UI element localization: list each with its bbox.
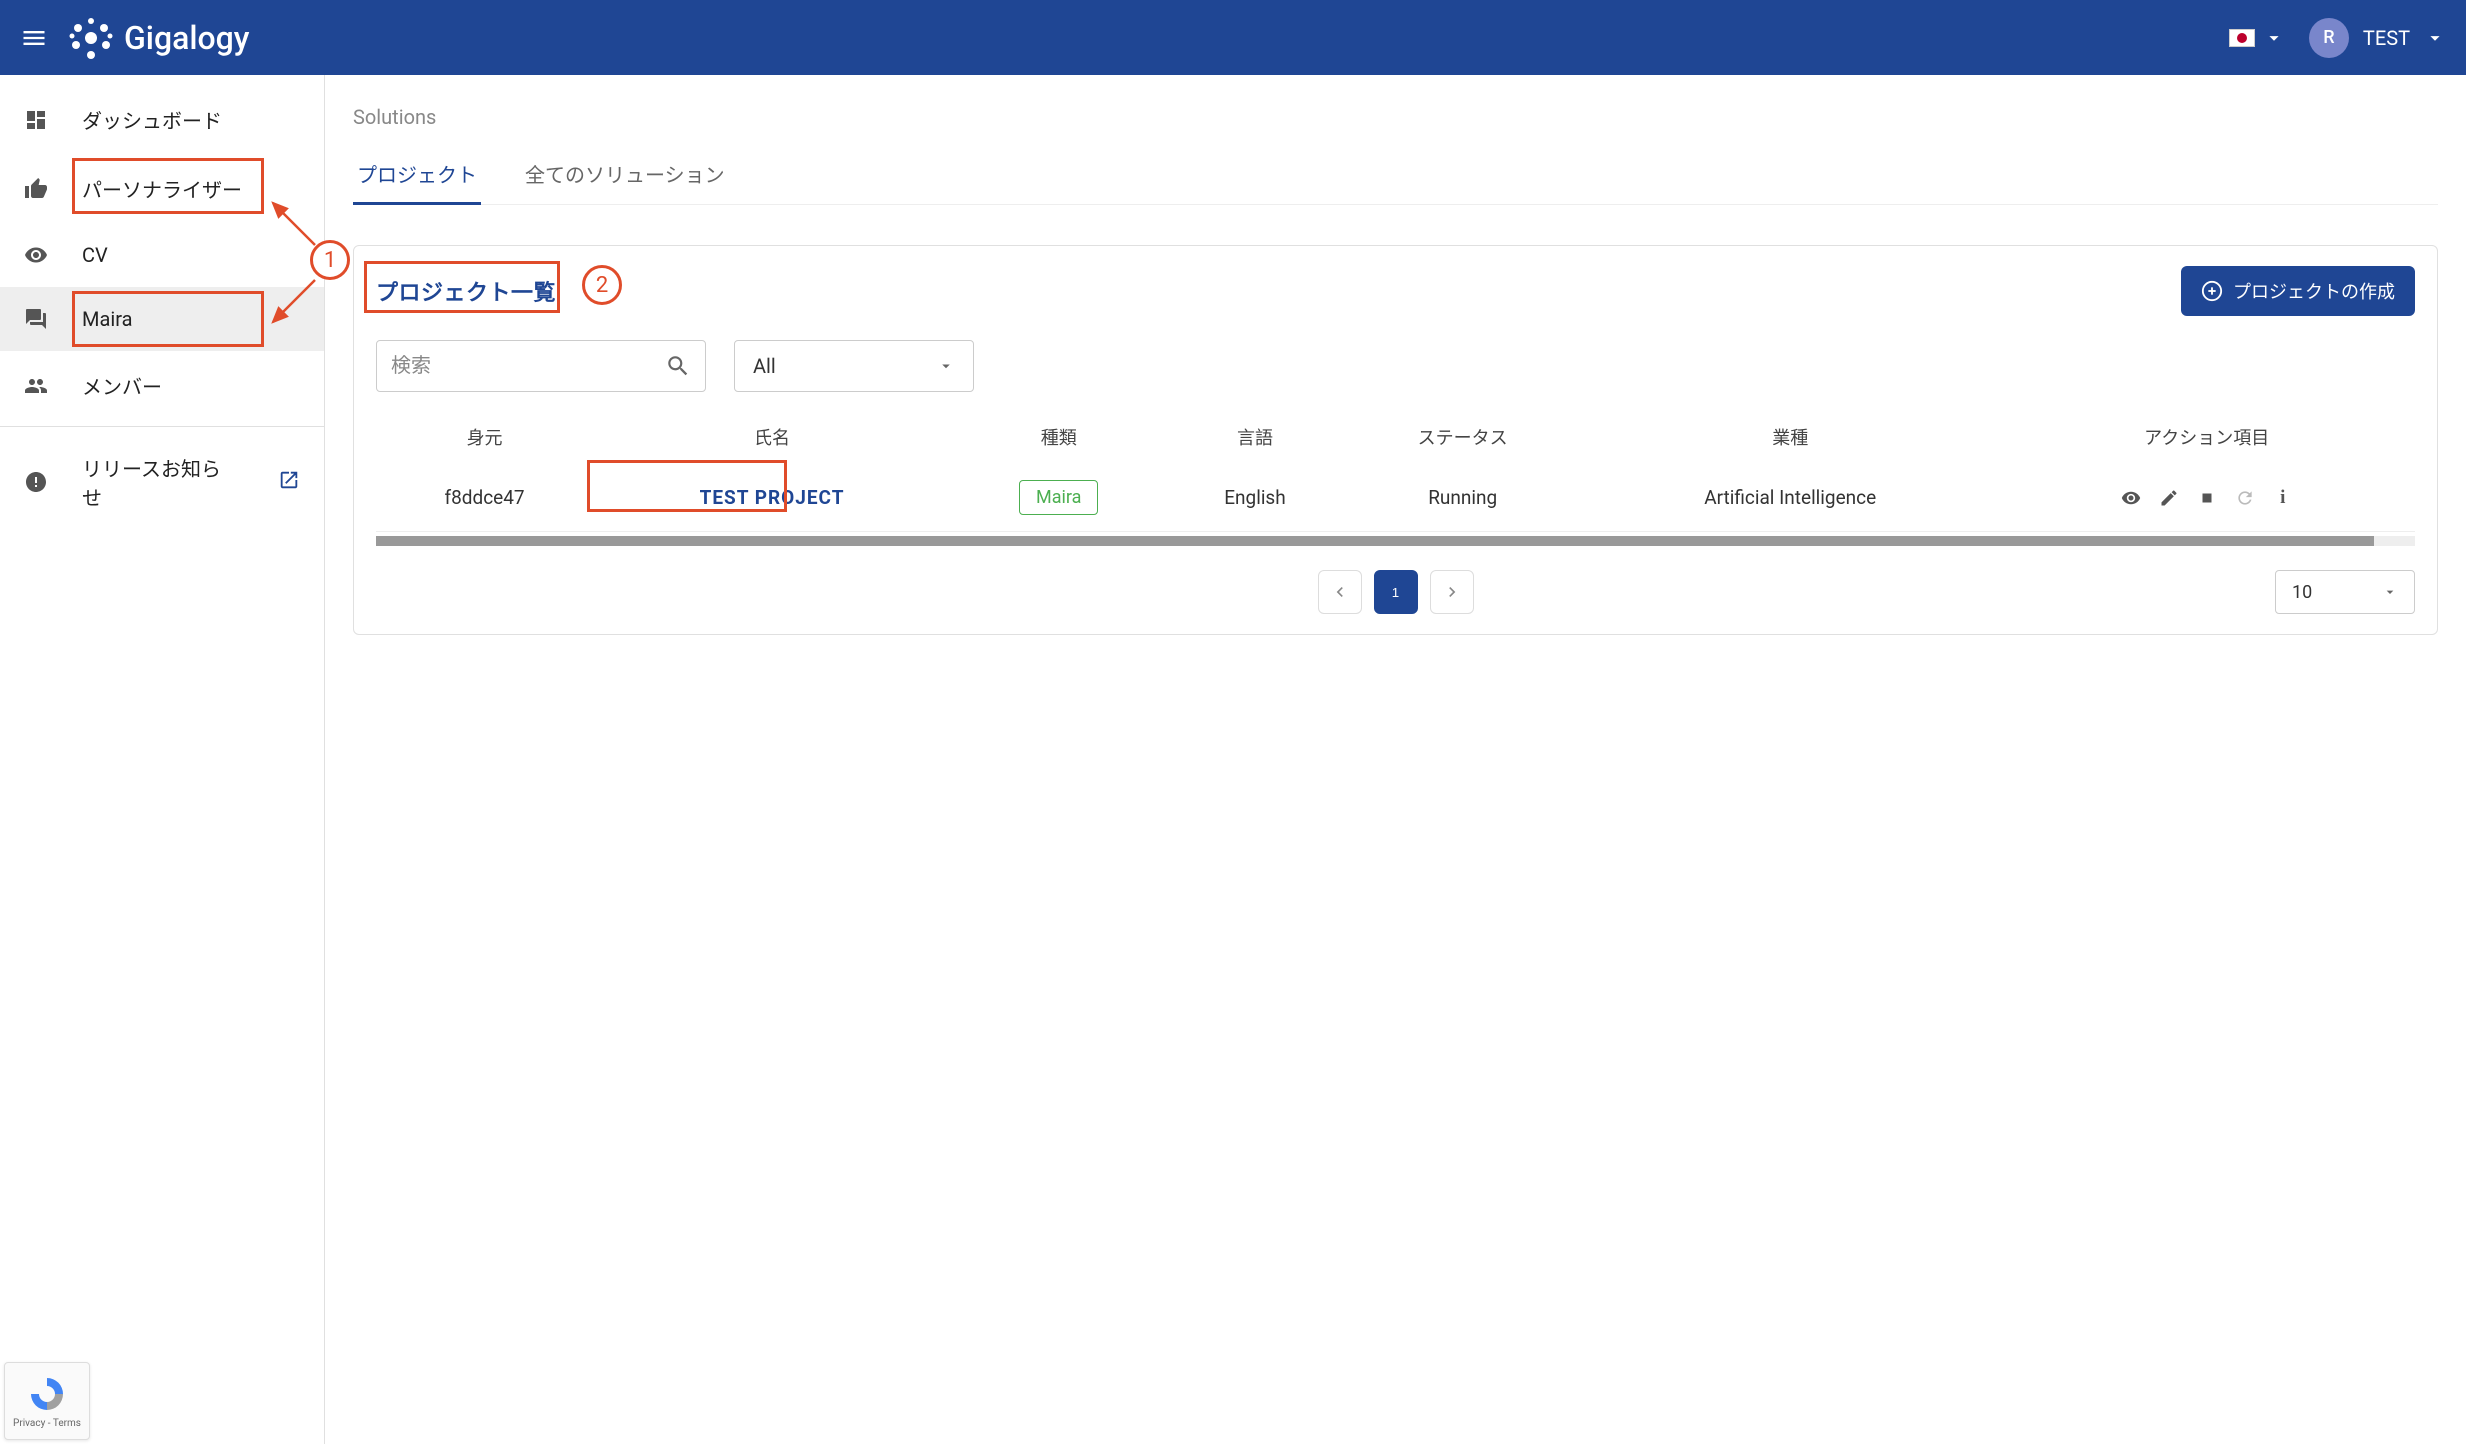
th-industry: 業種	[1582, 410, 1998, 464]
dashboard-icon	[24, 108, 48, 132]
filter-value: All	[753, 354, 776, 378]
page-subtitle: Solutions	[353, 105, 2438, 129]
main-content: Solutions プロジェクト 全てのソリューション プロジェクト一覧 2 プ…	[325, 75, 2466, 1444]
chat-icon	[24, 307, 48, 331]
app-header: Gigalogy R TEST	[0, 0, 2466, 75]
user-menu[interactable]: R TEST	[2309, 18, 2446, 58]
th-id: 身元	[376, 410, 593, 464]
type-filter-select[interactable]: All	[734, 340, 974, 392]
thumb-up-icon	[24, 177, 48, 201]
th-type: 種類	[951, 410, 1167, 464]
avatar: R	[2309, 18, 2349, 58]
pencil-icon	[2159, 488, 2179, 508]
header-left: Gigalogy	[20, 13, 249, 63]
cell-status: Running	[1343, 464, 1582, 532]
refresh-icon	[2235, 488, 2255, 508]
sidebar-item-label: Maira	[82, 307, 132, 331]
chevron-down-icon	[2263, 27, 2285, 49]
edit-action[interactable]	[2159, 488, 2179, 508]
cell-name: TEST PROJECT	[593, 464, 951, 532]
stop-icon	[2198, 489, 2216, 507]
cell-actions: i	[1998, 464, 2415, 532]
table-wrap: 身元 氏名 種類 言語 ステータス 業種 アクション項目 f8ddce47	[376, 410, 2415, 546]
tab-projects[interactable]: プロジェクト	[353, 147, 481, 204]
next-page-button[interactable]	[1430, 570, 1474, 614]
sidebar-item-label: パーソナライザー	[82, 174, 242, 203]
sidebar-divider	[0, 426, 324, 427]
header-right: R TEST	[2229, 18, 2446, 58]
caret-down-icon	[937, 357, 955, 375]
logo-icon	[66, 13, 116, 63]
prev-page-button[interactable]	[1318, 570, 1362, 614]
table-row: f8ddce47 TEST PROJECT Maira English Runn…	[376, 464, 2415, 532]
view-action[interactable]	[2121, 488, 2141, 508]
search-icon	[665, 353, 691, 379]
sidebar-item-label: CV	[82, 243, 108, 267]
recaptcha-icon	[27, 1374, 67, 1414]
brand-name: Gigalogy	[124, 19, 249, 57]
sidebar-item-release-notes[interactable]: リリースお知らせ	[0, 433, 324, 531]
external-link-icon	[278, 469, 300, 496]
page-size-value: 10	[2292, 582, 2312, 603]
people-icon	[24, 374, 48, 398]
page-number-button[interactable]: 1	[1374, 570, 1418, 614]
flag-jp-icon	[2229, 29, 2255, 47]
sidebar-item-members[interactable]: メンバー	[0, 351, 324, 420]
hamburger-menu-button[interactable]	[20, 24, 48, 52]
sidebar-item-label: ダッシュボード	[82, 105, 222, 134]
eye-icon	[2121, 487, 2141, 509]
annotation-circle-2: 2	[582, 265, 622, 305]
filters-row: All	[376, 340, 2415, 392]
create-project-button[interactable]: プロジェクトの作成	[2181, 266, 2415, 316]
cell-industry: Artificial Intelligence	[1582, 464, 1998, 532]
project-name-link[interactable]: TEST PROJECT	[700, 486, 845, 509]
tabs: プロジェクト 全てのソリューション	[353, 147, 2438, 205]
info-action[interactable]: i	[2273, 488, 2293, 508]
project-list-card: プロジェクト一覧 2 プロジェクトの作成 All	[353, 245, 2438, 635]
card-header: プロジェクト一覧 2 プロジェクトの作成	[376, 266, 2415, 316]
search-box[interactable]	[376, 340, 706, 392]
cell-id: f8ddce47	[376, 464, 593, 532]
cell-language: English	[1167, 464, 1344, 532]
type-tag: Maira	[1019, 480, 1098, 515]
horizontal-scrollbar[interactable]	[376, 536, 2415, 546]
chevron-down-icon	[2424, 27, 2446, 49]
table-header-row: 身元 氏名 種類 言語 ステータス 業種 アクション項目	[376, 410, 2415, 464]
th-actions: アクション項目	[1998, 410, 2415, 464]
recaptcha-terms-link[interactable]: Terms	[53, 1418, 81, 1429]
th-status: ステータス	[1343, 410, 1582, 464]
language-selector[interactable]	[2229, 27, 2285, 49]
user-name-label: TEST	[2363, 26, 2410, 50]
recaptcha-privacy-link[interactable]: Privacy	[13, 1418, 45, 1429]
sidebar-item-maira[interactable]: Maira	[0, 287, 324, 351]
recaptcha-badge: Privacy - Terms	[4, 1362, 90, 1440]
sidebar-item-personalizer[interactable]: パーソナライザー	[0, 154, 324, 223]
sidebar-item-label: リリースお知らせ	[82, 453, 236, 511]
tab-all-solutions[interactable]: 全てのソリューション	[521, 147, 729, 204]
eye-icon	[24, 243, 48, 267]
chevron-left-icon	[1330, 582, 1350, 602]
th-language: 言語	[1167, 410, 1344, 464]
stop-action[interactable]	[2197, 488, 2217, 508]
th-name: 氏名	[593, 410, 951, 464]
create-project-label: プロジェクトの作成	[2233, 278, 2395, 304]
page-size-select[interactable]: 10	[2275, 570, 2415, 614]
brand-logo[interactable]: Gigalogy	[66, 13, 249, 63]
announcement-icon	[24, 470, 48, 494]
sidebar-item-dashboard[interactable]: ダッシュボード	[0, 85, 324, 154]
pagination: 1 10	[376, 570, 2415, 614]
menu-icon	[20, 24, 48, 52]
sidebar-item-cv[interactable]: CV	[0, 223, 324, 287]
plus-circle-icon	[2201, 280, 2223, 302]
chevron-right-icon	[1442, 582, 1462, 602]
sidebar: ダッシュボード パーソナライザー CV Maira メンバー	[0, 75, 325, 1444]
sidebar-item-label: メンバー	[82, 371, 162, 400]
refresh-action[interactable]	[2235, 488, 2255, 508]
project-table: 身元 氏名 種類 言語 ステータス 業種 アクション項目 f8ddce47	[376, 410, 2415, 532]
card-title: プロジェクト一覧	[376, 281, 556, 306]
search-input[interactable]	[391, 355, 665, 378]
recaptcha-links: Privacy - Terms	[13, 1418, 81, 1429]
cell-type: Maira	[951, 464, 1167, 532]
caret-down-icon	[2382, 584, 2398, 600]
